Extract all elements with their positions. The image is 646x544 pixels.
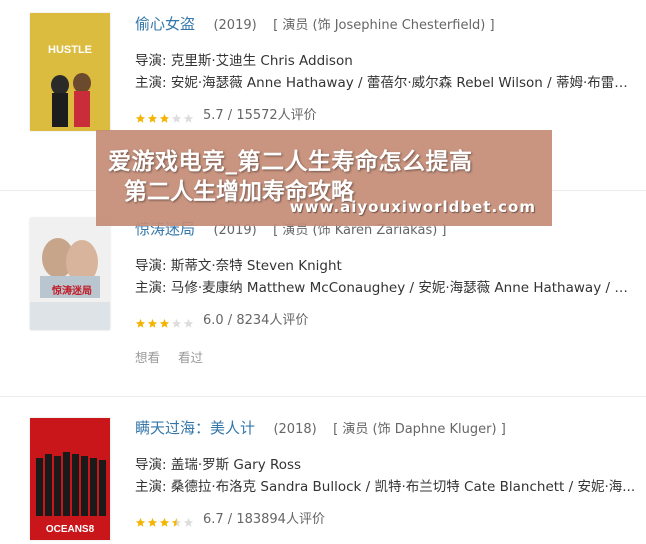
movie-director: 导演: 克里斯·艾迪生 Chris Addison xyxy=(135,53,353,69)
star-icon xyxy=(135,316,146,328)
movie-rating: 6.7 / 183894人评价 xyxy=(135,510,636,530)
star-icon xyxy=(147,111,158,123)
star-icon xyxy=(183,515,194,527)
movie-title-link[interactable]: 偷心女盗 xyxy=(135,15,195,33)
star-icon xyxy=(159,316,170,328)
movie-title-link[interactable]: 瞒天过海：美人计 xyxy=(135,419,255,437)
movie-rating: 5.7 / 15572人评价 xyxy=(135,106,636,126)
rating-stars xyxy=(135,111,195,123)
movie-year: (2018) xyxy=(273,422,317,437)
watched-link[interactable]: 看过 xyxy=(178,350,203,365)
svg-text:HUSTLE: HUSTLE xyxy=(48,44,92,56)
rating-stars xyxy=(135,316,195,328)
movie-info-3: 瞒天过海：美人计 (2018) [ 演员 (饰 Daphne Kluger) ]… xyxy=(135,418,636,530)
star-icon xyxy=(171,316,182,328)
star-icon xyxy=(171,111,182,123)
star-icon xyxy=(159,515,170,527)
movie-director: 导演: 斯蒂文·奈特 Steven Knight xyxy=(135,258,342,274)
svg-text:惊涛迷局: 惊涛迷局 xyxy=(52,284,92,297)
movie-director: 导演: 盖瑞·罗斯 Gary Ross xyxy=(135,457,302,473)
movie-role: [ 演员 (饰 Daphne Kluger) ] xyxy=(333,422,506,437)
star-icon xyxy=(183,111,194,123)
movie-poster-oceans8[interactable]: OCEANS8 xyxy=(30,418,110,540)
rating-text: 6.0 / 8234人评价 xyxy=(203,313,309,328)
movie-role: [ 演员 (饰 Josephine Chesterfield) ] xyxy=(273,18,495,33)
star-icon xyxy=(147,515,158,527)
movie-cast: 主演: 桑德拉·布洛克 Sandra Bullock / 凯特·布兰切特 Cat… xyxy=(135,479,636,495)
star-icon xyxy=(171,515,182,527)
movie-cast: 主演: 马修·麦康纳 Matthew McConaughey / 安妮·海瑟薇 … xyxy=(135,280,636,296)
movie-rating: 6.0 / 8234人评价 xyxy=(135,311,636,331)
movie-cast: 主演: 安妮·海瑟薇 Anne Hathaway / 蕾蓓尔·威尔森 Rebel… xyxy=(135,75,636,91)
divider xyxy=(0,396,646,397)
star-icon xyxy=(147,316,158,328)
movie-poster-hustle[interactable]: HUSTLE xyxy=(30,13,110,131)
star-icon xyxy=(183,316,194,328)
star-icon xyxy=(135,515,146,527)
rating-text: 5.7 / 15572人评价 xyxy=(203,108,317,123)
svg-text:OCEANS8: OCEANS8 xyxy=(46,524,95,535)
want-to-watch-link[interactable]: 想看 xyxy=(135,350,160,365)
watermark-banner: 爱游戏电竞_第二人生寿命怎么提高 第二人生增加寿命攻略 www.aiyouxiw… xyxy=(96,130,552,226)
movie-year: (2019) xyxy=(213,18,257,33)
watermark-line-1: 爱游戏电竞_第二人生寿命怎么提高 xyxy=(108,149,473,175)
movie-poster-serenity[interactable]: 惊涛迷局 xyxy=(30,218,110,330)
movie-info-2: 惊涛迷局 (2019) [ 演员 (饰 Karen Zariakas) ] 导演… xyxy=(135,219,636,366)
star-icon xyxy=(159,111,170,123)
movie-actions: 想看 看过 xyxy=(135,347,636,366)
movie-info-1: 偷心女盗 (2019) [ 演员 (饰 Josephine Chesterfie… xyxy=(135,14,636,126)
rating-stars xyxy=(135,515,195,527)
watermark-url: www.aiyouxiworldbet.com xyxy=(289,198,536,216)
star-icon xyxy=(135,111,146,123)
rating-text: 6.7 / 183894人评价 xyxy=(203,512,325,527)
